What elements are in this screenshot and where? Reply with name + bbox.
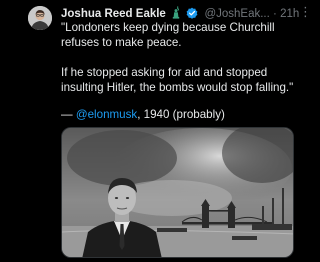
tweet-text-line: "Londoners keep dying because Churchill [61,21,275,34]
attribution-line: — @elonmusk, 1940 (probably) [61,107,313,122]
author-handle[interactable]: @JoshEak... [204,8,269,20]
tweet-text-line: If he stopped asking for aid and stopped [61,66,268,79]
author-name[interactable]: Joshua Reed Eakle [61,8,166,20]
tweet[interactable]: Joshua Reed Eakle @JoshEak... · 21h ⋮ "L… [0,0,320,262]
tweet-media-image[interactable] [61,127,294,258]
attribution-suffix: , 1940 (probably) [137,108,225,121]
separator-dot: · [273,8,277,20]
attribution-dash: — [61,108,76,121]
tweet-text-line: refuses to make peace. [61,36,182,49]
more-options-icon[interactable]: ⋮ [299,5,312,21]
mention-link[interactable]: @elonmusk [76,108,137,121]
photo-london-blitz-composite [62,128,293,257]
avatar[interactable] [28,6,52,30]
avatar-image [28,6,52,30]
timestamp[interactable]: 21h [280,8,299,20]
tweet-text-line: insulting Hitler, the bombs would stop f… [61,81,294,94]
